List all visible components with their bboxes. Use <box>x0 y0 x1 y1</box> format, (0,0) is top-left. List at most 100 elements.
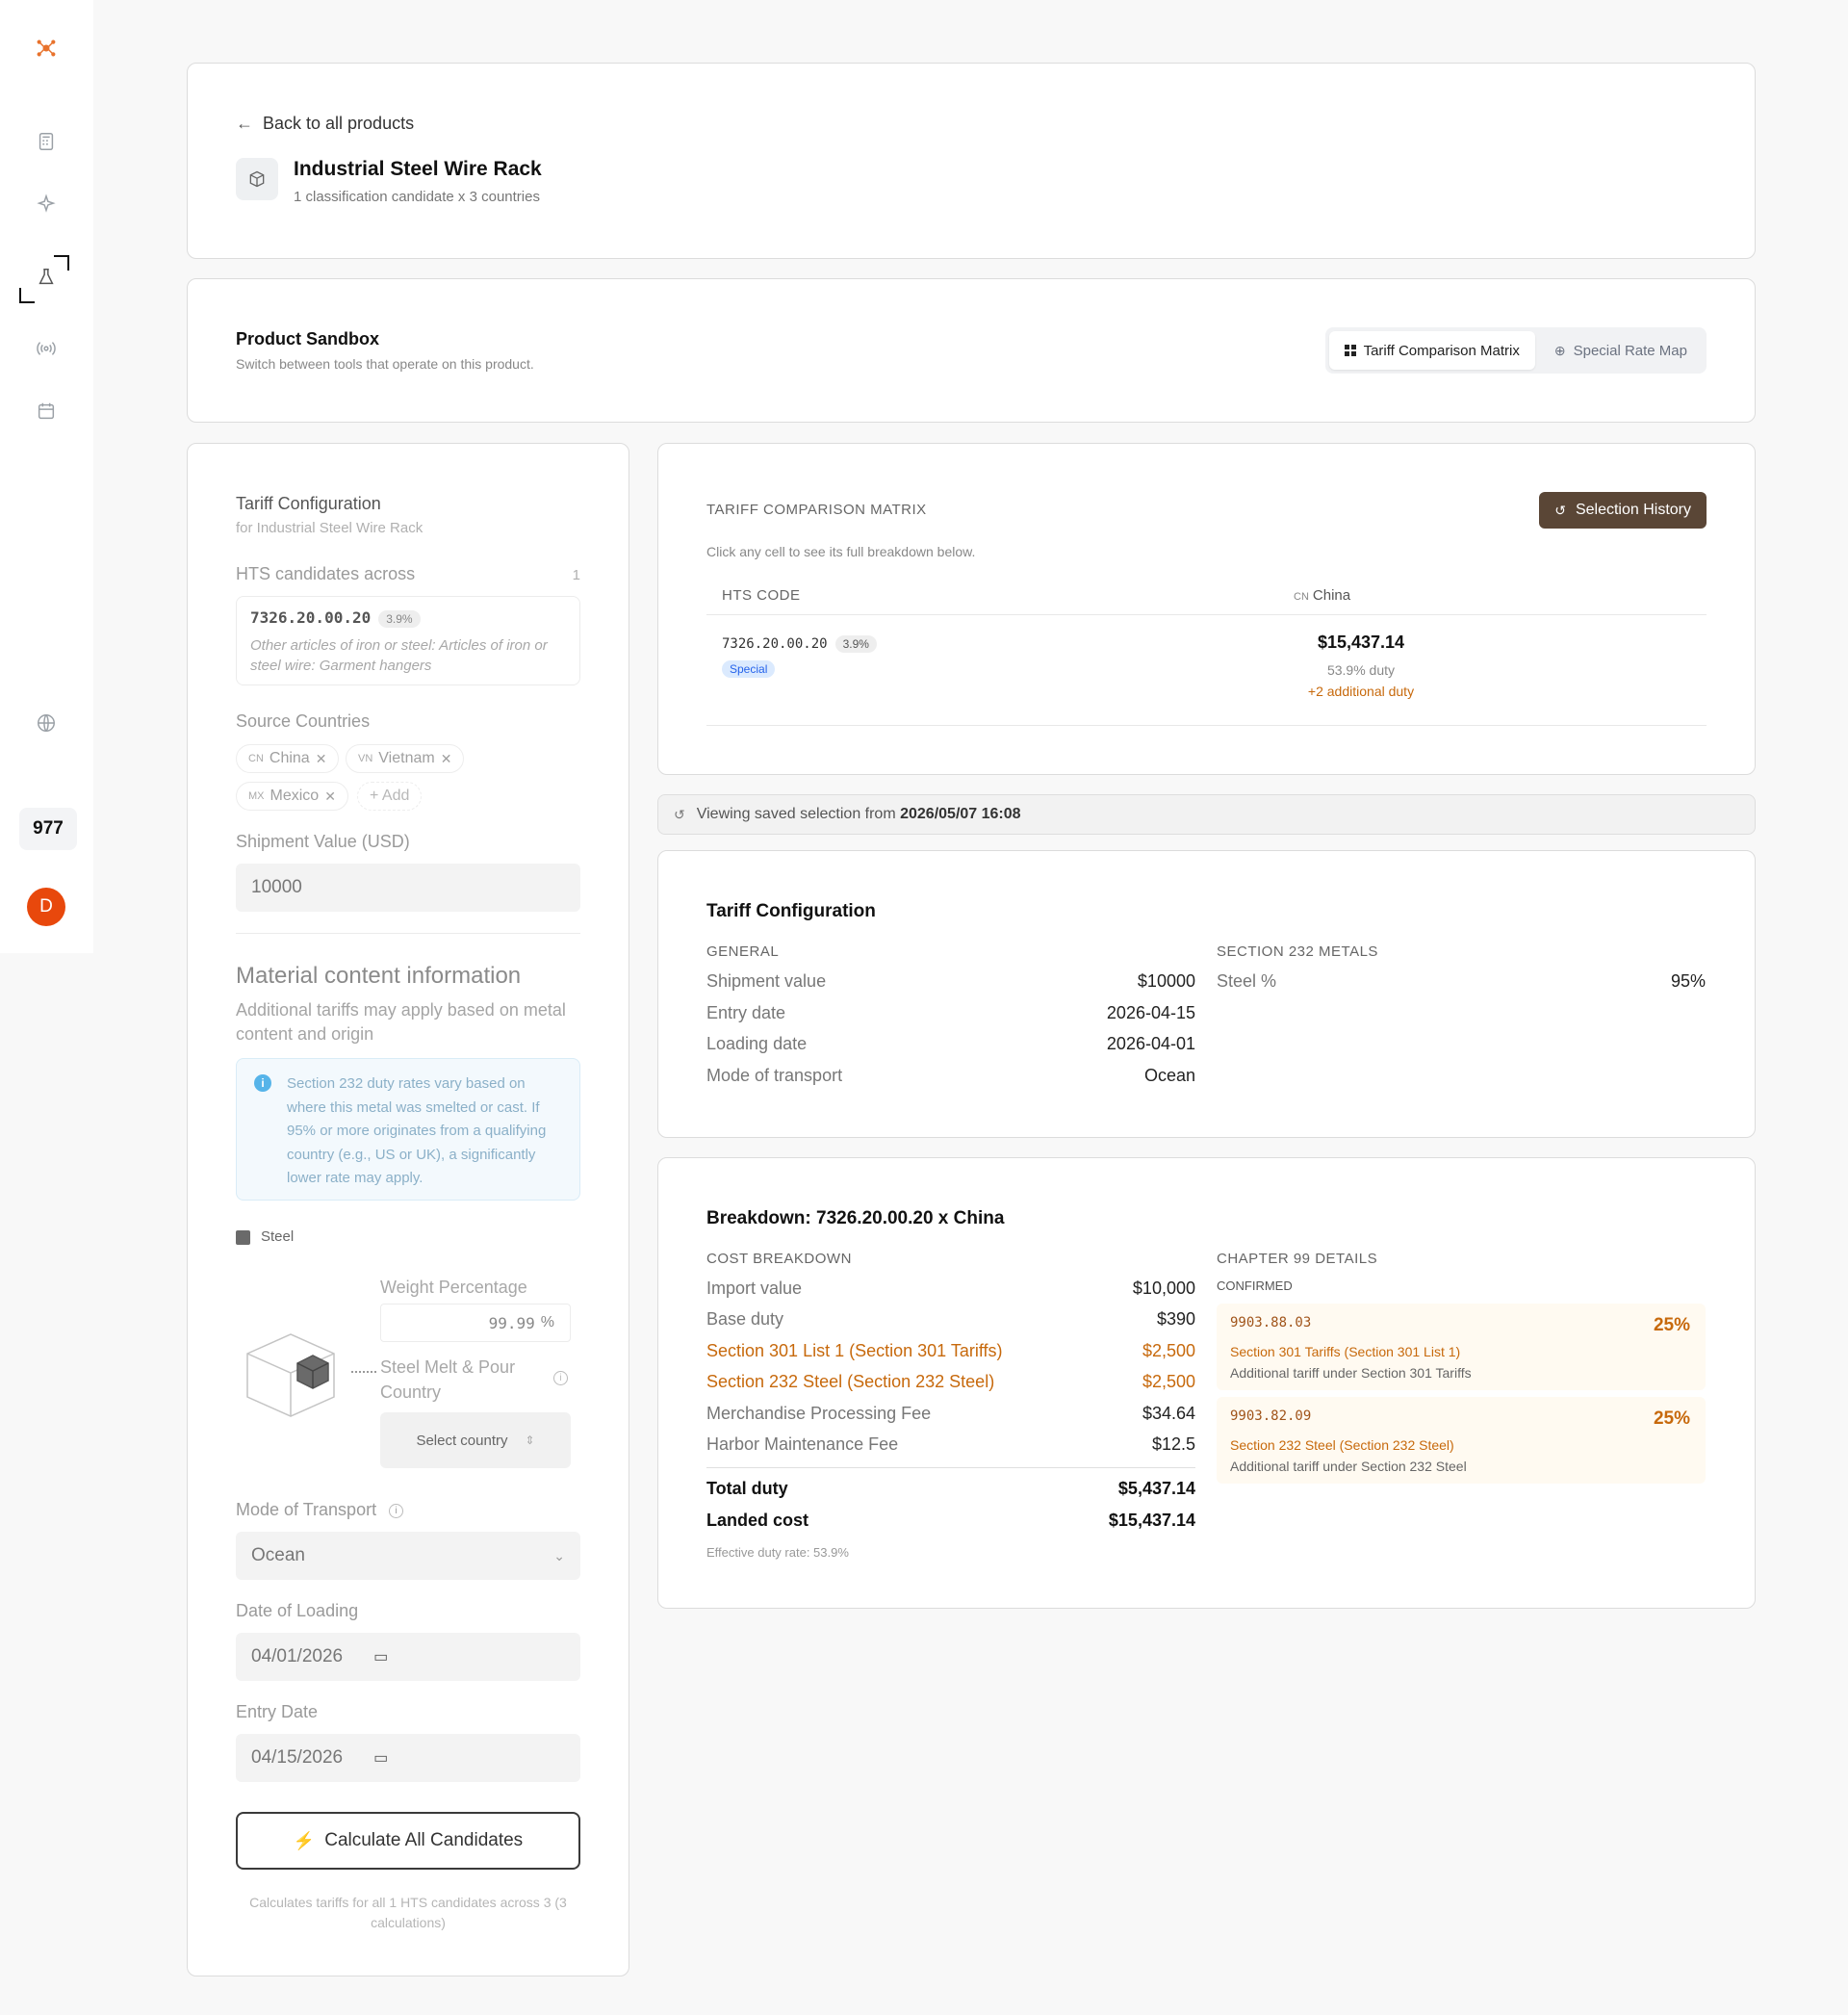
grid-icon <box>1344 345 1356 356</box>
calc-note: Calculates tariffs for all 1 HTS candida… <box>249 1895 567 1930</box>
box-icon <box>236 158 278 200</box>
col-china: CN China <box>1294 587 1350 604</box>
ch99-code: 9903.88.03 <box>1230 1315 1312 1330</box>
tariff-config-summary: Tariff Configuration GENERAL Shipment va… <box>657 850 1756 1138</box>
ch99-title: Section 232 Steel (Section 232 Steel) <box>1230 1437 1454 1453</box>
row-hts-code: 7326.20.00.20 <box>722 636 828 652</box>
melt-country-select[interactable]: Select country ⇕ <box>380 1412 571 1468</box>
calendar-icon[interactable]: ▭ <box>373 1748 388 1768</box>
ch99-desc: Additional tariff under Section 232 Stee… <box>1230 1459 1467 1474</box>
cost-breakdown-label: COST BREAKDOWN <box>706 1251 852 1267</box>
divider <box>236 933 580 934</box>
shipment-value-input[interactable]: 10000 <box>236 864 580 912</box>
loading-date-label: Date of Loading <box>236 1601 359 1620</box>
config-title: Tariff Configuration <box>236 494 381 513</box>
calendar-icon[interactable]: ▭ <box>373 1647 388 1666</box>
logo-icon[interactable] <box>27 29 65 67</box>
hts-candidates-label: HTS candidates across <box>236 564 416 583</box>
special-badge: Special <box>722 660 776 678</box>
material-subtitle: Additional tariffs may apply based on me… <box>236 1000 566 1044</box>
back-link[interactable]: ← Back to all products <box>236 114 414 134</box>
country-code: VN <box>358 753 373 764</box>
select-placeholder: Select country <box>416 1432 508 1449</box>
transport-label: Mode of Transport i <box>236 1500 404 1520</box>
cost-row: Section 301 List 1 (Section 301 Tariffs)… <box>706 1341 1195 1360</box>
summary-row: Mode of transport Ocean <box>706 1066 1195 1085</box>
selection-bracket <box>19 255 69 303</box>
divider <box>706 1467 1195 1468</box>
selection-history-button[interactable]: ↺ Selection History <box>1539 492 1707 529</box>
close-icon[interactable]: ✕ <box>316 751 327 767</box>
calculate-all-button[interactable]: ⚡ Calculate All Candidates <box>236 1812 580 1870</box>
config-subtitle: for Industrial Steel Wire Rack <box>236 520 424 536</box>
summary-row: Loading date 2026-04-01 <box>706 1034 1195 1053</box>
cell-duty: 53.9% duty <box>1326 662 1396 678</box>
tab-tariff-comparison-matrix[interactable]: Tariff Comparison Matrix <box>1328 331 1535 370</box>
loading-date-value: 04/01/2026 <box>251 1646 344 1666</box>
globe-icon[interactable] <box>27 704 65 742</box>
weight-percentage-label: Weight Percentage <box>380 1278 527 1297</box>
tab-special-rate-map[interactable]: ⊕ Special Rate Map <box>1539 331 1703 370</box>
tool-tabs: Tariff Comparison Matrix ⊕ Special Rate … <box>1324 327 1707 374</box>
transport-label-text: Mode of Transport <box>236 1500 377 1519</box>
country-name: Vietnam <box>378 750 435 766</box>
globe-icon: ⊕ <box>1553 342 1566 358</box>
steel-checkbox[interactable] <box>236 1230 250 1245</box>
banner-timestamp: 2026/05/07 16:08 <box>900 806 1021 822</box>
ch99-rate: 25% <box>1653 1408 1690 1429</box>
chapter-99-item[interactable]: 9903.88.03 25% Section 301 Tariffs (Sect… <box>1217 1304 1706 1390</box>
notification-count[interactable]: 977 <box>19 808 77 850</box>
transport-select[interactable]: Ocean ⌄ <box>236 1532 580 1580</box>
cost-row: Merchandise Processing Fee $34.64 <box>706 1404 1195 1423</box>
landed-cost-row: Landed cost $15,437.14 <box>706 1511 1195 1530</box>
hts-candidate-card[interactable]: 7326.20.00.20 3.9% Other articles of iron… <box>236 596 580 685</box>
metals-label: SECTION 232 METALS <box>1217 943 1378 960</box>
cost-row: Import value $10,000 <box>706 1279 1195 1298</box>
general-label: GENERAL <box>706 943 780 960</box>
effective-rate: Effective duty rate: 53.9% <box>706 1545 849 1560</box>
chevron-down-icon: ⌄ <box>553 1547 565 1563</box>
country-chip-mexico[interactable]: MX Mexico ✕ <box>236 782 348 811</box>
entry-date-value: 04/15/2026 <box>251 1747 344 1768</box>
close-icon[interactable]: ✕ <box>324 788 336 805</box>
weight-percentage-input[interactable]: 99.99 % <box>380 1304 571 1342</box>
rate-pill: 3.9% <box>378 610 421 628</box>
sparkle-icon[interactable] <box>27 185 65 223</box>
info-icon: i <box>254 1074 271 1092</box>
country-name: China <box>269 750 310 766</box>
confirmed-label: CONFIRMED <box>1217 1279 1293 1293</box>
info-icon[interactable]: i <box>389 1504 404 1518</box>
saved-selection-banner: ↺ Viewing saved selection from 2026/05/0… <box>657 794 1756 835</box>
ch99-code: 9903.82.09 <box>1230 1408 1312 1424</box>
close-icon[interactable]: ✕ <box>441 751 452 767</box>
chevron-updown-icon: ⇕ <box>525 1434 535 1447</box>
divider <box>706 614 1707 615</box>
avatar[interactable]: D <box>27 888 65 926</box>
calculator-icon[interactable] <box>27 122 65 161</box>
sandbox-subtitle: Switch between tools that operate on thi… <box>236 356 534 372</box>
country-chip-vietnam[interactable]: VN Vietnam ✕ <box>346 744 465 773</box>
tariff-config-panel: Tariff Configuration for Industrial Stee… <box>187 443 629 1976</box>
melt-pour-label: Steel Melt & Pour Country <box>380 1357 516 1402</box>
broadcast-icon[interactable] <box>27 329 65 368</box>
add-country-button[interactable]: + Add <box>357 782 423 811</box>
loading-date-input[interactable]: 04/01/2026 ▭ <box>236 1633 580 1681</box>
transport-value: Ocean <box>251 1545 305 1565</box>
chapter-99-item[interactable]: 9903.82.09 25% Section 232 Steel (Sectio… <box>1217 1397 1706 1484</box>
total-duty-row: Total duty $5,437.14 <box>706 1479 1195 1498</box>
tariff-matrix-card: TARIFF COMPARISON MATRIX ↺ Selection His… <box>657 443 1756 775</box>
calendar-icon[interactable] <box>27 392 65 430</box>
sandbox-title: Product Sandbox <box>236 329 380 349</box>
cost-row: Harbor Maintenance Fee $12.5 <box>706 1434 1195 1454</box>
info-icon[interactable]: i <box>553 1371 568 1385</box>
matrix-row-hts[interactable]: 7326.20.00.20 3.9% <box>722 635 877 653</box>
back-link-label: Back to all products <box>263 114 415 133</box>
matrix-cell-china[interactable]: $15,437.14 53.9% duty +2 additional duty <box>1217 633 1505 699</box>
entry-date-input[interactable]: 04/15/2026 ▭ <box>236 1734 580 1782</box>
history-icon: ↺ <box>674 806 685 822</box>
section-232-info: i Section 232 duty rates vary based on w… <box>236 1058 580 1201</box>
weight-unit: % <box>540 1314 554 1330</box>
country-chip-china[interactable]: CN China ✕ <box>236 744 340 773</box>
breakdown-title: Breakdown: 7326.20.00.20 x China <box>706 1208 1005 1228</box>
chapter-99-label: CHAPTER 99 DETAILS <box>1217 1251 1378 1267</box>
